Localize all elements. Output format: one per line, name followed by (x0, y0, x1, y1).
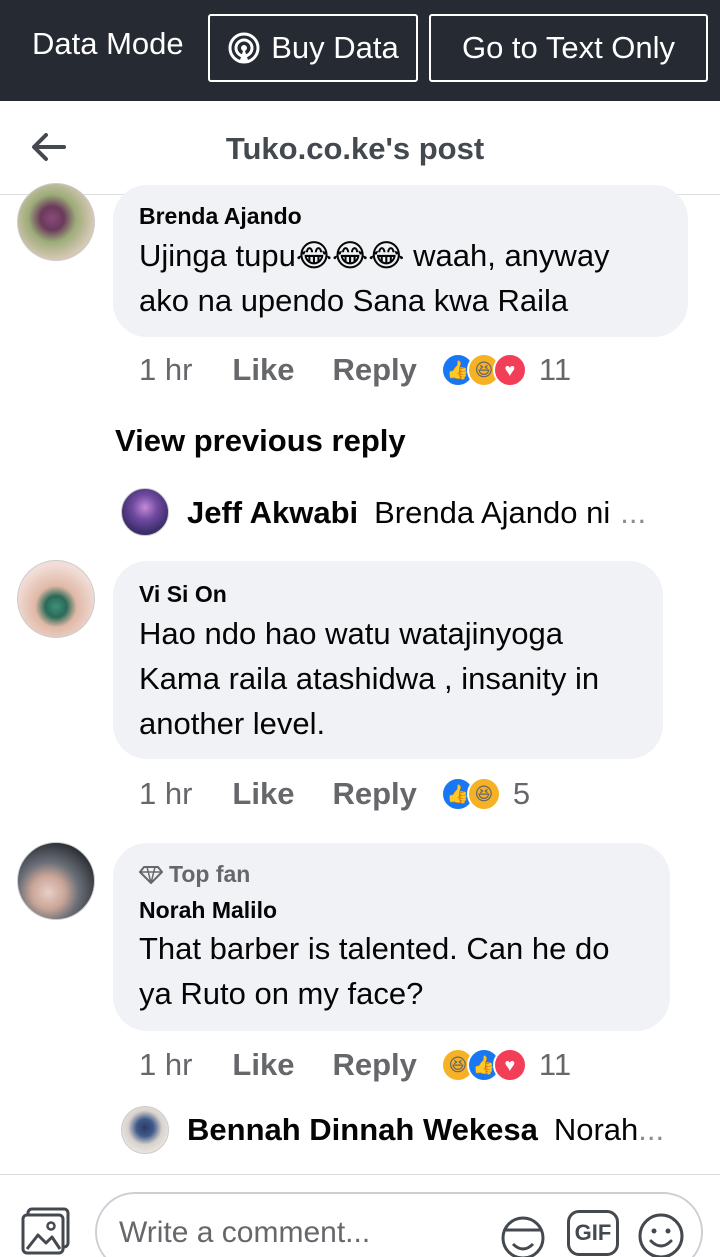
comment-composer: Write a comment... GIF (0, 1174, 720, 1257)
buy-data-button[interactable]: Buy Data (208, 14, 418, 82)
text-only-button[interactable]: Go to Text Only (429, 14, 708, 82)
reply-author[interactable]: Bennah Dinnah Wekesa (187, 1112, 538, 1148)
comment-text: Hao ndo hao watu watajinyoga Kama raila … (139, 616, 600, 741)
emoji-icon[interactable] (635, 1210, 687, 1257)
top-fan-badge: Top fan (139, 861, 250, 888)
sticker-icon[interactable] (497, 1210, 549, 1257)
reaction-count: 11 (538, 352, 572, 387)
reply-button[interactable]: Reply (332, 352, 416, 388)
avatar[interactable] (17, 183, 95, 261)
comment-text: That barber is talented. Can he do ya Ru… (139, 931, 610, 1011)
like-button[interactable]: Like (232, 352, 294, 388)
reaction-count: 5 (512, 776, 531, 811)
love-reaction-icon: ♥ (492, 353, 527, 387)
avatar[interactable] (17, 842, 95, 920)
comment-author[interactable]: Norah Malilo (139, 897, 277, 924)
comment-author[interactable]: Brenda Ajando (139, 203, 302, 230)
avatar[interactable] (121, 1106, 169, 1154)
reactions-summary[interactable]: 😆 👍 ♥ 11 (440, 1047, 572, 1083)
reactions-summary[interactable]: 👍 😆 5 (440, 776, 531, 812)
page-title: Tuko.co.ke's post (225, 131, 485, 166)
comment-actions: 1 hr Like Reply 😆 👍 ♥ 11 (139, 1047, 571, 1083)
comment-bubble: Brenda Ajando Ujinga tupu😂😂😂 waah, anywa… (113, 185, 688, 337)
broadcast-icon (228, 32, 260, 64)
comment-author[interactable]: Vi Si On (139, 581, 227, 608)
comment-time[interactable]: 1 hr (139, 1047, 192, 1083)
gif-icon[interactable]: GIF (567, 1210, 619, 1256)
comment-bubble: Top fan Norah Malilo That barber is tale… (113, 843, 670, 1031)
comment-text: Ujinga tupu😂😂😂 waah, anyway ako na upend… (139, 238, 610, 318)
haha-reaction-icon: 😆 (466, 777, 501, 811)
diamond-icon (139, 865, 163, 884)
comment-placeholder: Write a comment... (119, 1216, 371, 1249)
avatar[interactable] (121, 488, 169, 536)
love-reaction-icon: ♥ (492, 1048, 527, 1082)
comment-bubble: Vi Si On Hao ndo hao watu watajinyoga Ka… (113, 561, 663, 759)
like-button[interactable]: Like (232, 1047, 294, 1083)
comment-time[interactable]: 1 hr (139, 776, 192, 812)
reaction-count: 11 (538, 1047, 572, 1082)
reply-preview[interactable]: Jeff Akwabi Brenda Ajando ni ... (187, 495, 677, 531)
text-only-label: Go to Text Only (461, 30, 676, 65)
comment-time[interactable]: 1 hr (139, 352, 192, 388)
comment-input[interactable]: Write a comment... GIF (95, 1192, 703, 1257)
reply-preview[interactable]: Bennah Dinnah Wekesa Norah ... (187, 1112, 677, 1148)
reply-author[interactable]: Jeff Akwabi (187, 495, 358, 531)
reply-text: Brenda Ajando ni (374, 495, 611, 530)
like-button[interactable]: Like (232, 776, 294, 812)
comment-actions: 1 hr Like Reply 👍 😆 5 (139, 776, 530, 812)
reactions-summary[interactable]: 👍 😆 ♥ 11 (440, 352, 572, 388)
reply-ellipsis: ... (638, 1112, 665, 1147)
reply-button[interactable]: Reply (332, 776, 416, 812)
reply-ellipsis: ... (620, 495, 647, 530)
view-previous-reply-link[interactable]: View previous reply (115, 423, 406, 459)
data-mode-bar: Data Mode Buy Data Go to Text Only (0, 0, 720, 101)
data-mode-label: Data Mode (32, 26, 184, 61)
comment-actions: 1 hr Like Reply 👍 😆 ♥ 11 (139, 352, 571, 388)
reply-text: Norah (553, 1112, 639, 1147)
photo-icon[interactable] (20, 1205, 72, 1257)
avatar[interactable] (17, 560, 95, 638)
buy-data-label: Buy Data (271, 30, 399, 65)
reply-button[interactable]: Reply (332, 1047, 416, 1083)
post-header: Tuko.co.ke's post (0, 101, 720, 195)
